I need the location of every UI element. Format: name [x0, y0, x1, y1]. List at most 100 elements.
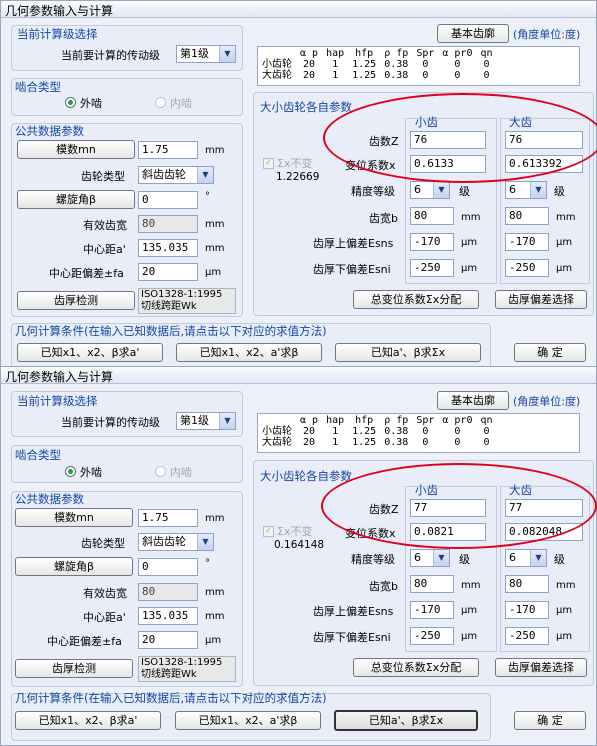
- thickness-check-button[interactable]: 齿厚检测: [17, 291, 135, 310]
- table-row: 小齿轮 20 1 1.25 0.38 0 0 0: [258, 426, 497, 437]
- large-grade-value: 6: [509, 183, 516, 196]
- sigma-value: 0.164148: [274, 539, 325, 551]
- mesh-external-label: 外啮: [80, 97, 102, 110]
- window-title: 几何参数输入与计算: [5, 4, 114, 18]
- mesh-internal-radio[interactable]: [155, 97, 166, 108]
- center-distance-input[interactable]: 135.035: [138, 607, 198, 625]
- table-cell: 0: [483, 426, 490, 437]
- table-row: 大齿轮 20 1 1.25 0.38 0 0 0: [258, 437, 497, 448]
- large-upper-dev-input[interactable]: -170: [505, 233, 549, 251]
- large-lower-dev-input[interactable]: -250: [505, 259, 549, 277]
- mesh-group-title: 啮合类型: [15, 80, 61, 94]
- calc-button-3[interactable]: 已知a'、β求Σx: [334, 710, 478, 731]
- helix-button[interactable]: 螺旋角β: [17, 190, 135, 209]
- table-cell: 0: [422, 426, 429, 437]
- table-row-name: 大齿轮: [262, 70, 292, 81]
- upper-dev-label: 齿厚上偏差Esns: [313, 605, 394, 618]
- table-header-cell: α pr0: [442, 415, 473, 426]
- table-cell: 1: [332, 437, 339, 448]
- small-width-input[interactable]: 80: [410, 575, 454, 593]
- center-distance-input[interactable]: 135.035: [138, 239, 198, 257]
- small-upper-dev-unit: μm: [461, 605, 478, 616]
- large-width-input[interactable]: 80: [505, 575, 549, 593]
- small-grade-select[interactable]: 6 ▼: [410, 549, 450, 567]
- center-dev-input[interactable]: 20: [138, 631, 198, 649]
- large-grade-select[interactable]: 6 ▼: [505, 181, 547, 199]
- small-grade-value: 6: [414, 551, 421, 564]
- table-cell: 20: [303, 426, 316, 437]
- stage-select[interactable]: 第1级 ▼: [176, 45, 236, 63]
- table-cell: 1: [332, 426, 339, 437]
- calc-button-2[interactable]: 已知x1、x2、a'求β: [175, 711, 321, 730]
- gear-type-select[interactable]: 斜齿齿轮 ▼: [138, 533, 214, 551]
- helix-button[interactable]: 螺旋角β: [15, 557, 133, 576]
- sigma-fixed-checkbox[interactable]: ✓: [263, 526, 274, 537]
- center-dev-label: 中心距偏差±fa: [47, 635, 122, 648]
- thickness-check-button[interactable]: 齿厚检测: [15, 659, 133, 678]
- table-row-name: 大齿轮: [262, 437, 292, 448]
- table-header-cell: qn: [480, 48, 493, 59]
- thickness-standard-line2: 切线跨距Wk: [141, 301, 197, 312]
- large-lower-dev-input[interactable]: -250: [505, 627, 549, 645]
- thickness-dev-button[interactable]: 齿厚偏差选择: [495, 290, 587, 309]
- table-header-cell: [258, 48, 296, 59]
- small-lower-dev-input[interactable]: -250: [410, 259, 454, 277]
- thickness-dev-button[interactable]: 齿厚偏差选择: [495, 658, 587, 677]
- large-grade-unit: 级: [554, 185, 565, 198]
- table-header-cell: Spr: [416, 415, 435, 426]
- table-cell: 1: [332, 59, 339, 70]
- center-dev-input[interactable]: 20: [138, 263, 198, 281]
- small-lower-dev-input[interactable]: -250: [410, 627, 454, 645]
- small-width-input[interactable]: 80: [410, 207, 454, 225]
- center-distance-unit: mm: [205, 243, 225, 254]
- helix-input[interactable]: 0: [138, 191, 198, 209]
- table-header-cell: hfp: [355, 48, 374, 59]
- chevron-down-icon: ▼: [433, 550, 449, 566]
- ok-button[interactable]: 确 定: [514, 343, 586, 362]
- module-button[interactable]: 模数mn: [17, 140, 135, 159]
- small-upper-dev-input[interactable]: -170: [410, 233, 454, 251]
- module-button[interactable]: 模数mn: [15, 508, 133, 527]
- gear-type-select[interactable]: 斜齿齿轮 ▼: [138, 166, 214, 184]
- mesh-internal-radio[interactable]: [155, 466, 166, 477]
- sigma-fixed-label: Σx不变: [277, 157, 313, 170]
- helix-input[interactable]: 0: [138, 558, 198, 576]
- table-header-cell: α p: [300, 48, 319, 59]
- gears-group-title: 大小齿轮各自参数: [260, 469, 352, 483]
- mesh-internal-label: 内啮: [170, 466, 192, 479]
- total-shift-button[interactable]: 总变位系数Σx分配: [353, 658, 479, 677]
- module-input[interactable]: 1.75: [138, 141, 198, 159]
- table-header-row: α p hap hfp ρ fp Spr α pr0 qn: [258, 415, 497, 426]
- ok-button[interactable]: 确 定: [514, 711, 586, 730]
- total-shift-button[interactable]: 总变位系数Σx分配: [353, 290, 479, 309]
- table-header-cell: Spr: [416, 48, 435, 59]
- chevron-down-icon: ▼: [219, 413, 235, 429]
- calc-button-3[interactable]: 已知a'、β求Σx: [335, 343, 481, 362]
- stage-select[interactable]: 第1级 ▼: [176, 412, 236, 430]
- calc-button-1[interactable]: 已知x1、x2、β求a': [17, 343, 163, 362]
- large-grade-value: 6: [509, 551, 516, 564]
- table-row: 小齿轮 20 1 1.25 0.38 0 0 0: [258, 59, 497, 70]
- table-cell: 0: [422, 437, 429, 448]
- table-cell: 20: [303, 437, 316, 448]
- large-upper-dev-input[interactable]: -170: [505, 601, 549, 619]
- center-dev-unit: μm: [205, 635, 222, 646]
- mesh-external-radio[interactable]: [65, 466, 76, 477]
- large-width-input[interactable]: 80: [505, 207, 549, 225]
- small-upper-dev-input[interactable]: -170: [410, 601, 454, 619]
- mesh-group-title: 啮合类型: [15, 448, 61, 462]
- module-unit: mm: [205, 513, 225, 524]
- large-grade-select[interactable]: 6 ▼: [505, 549, 547, 567]
- calc-button-1[interactable]: 已知x1、x2、β求a': [15, 711, 161, 730]
- table-cell: 0.38: [384, 59, 409, 70]
- table-cell: 1.25: [352, 70, 377, 81]
- sigma-fixed-checkbox[interactable]: ✓: [263, 158, 274, 169]
- module-input[interactable]: 1.75: [138, 509, 198, 527]
- calc-button-2[interactable]: 已知x1、x2、a'求β: [176, 343, 322, 362]
- grade-label: 精度等级: [351, 553, 395, 566]
- small-grade-select[interactable]: 6 ▼: [410, 181, 450, 199]
- width-label: 齿宽b: [369, 212, 398, 225]
- basic-profile-button[interactable]: 基本齿廓: [437, 391, 509, 410]
- basic-profile-button[interactable]: 基本齿廓: [437, 24, 509, 43]
- mesh-external-radio[interactable]: [65, 97, 76, 108]
